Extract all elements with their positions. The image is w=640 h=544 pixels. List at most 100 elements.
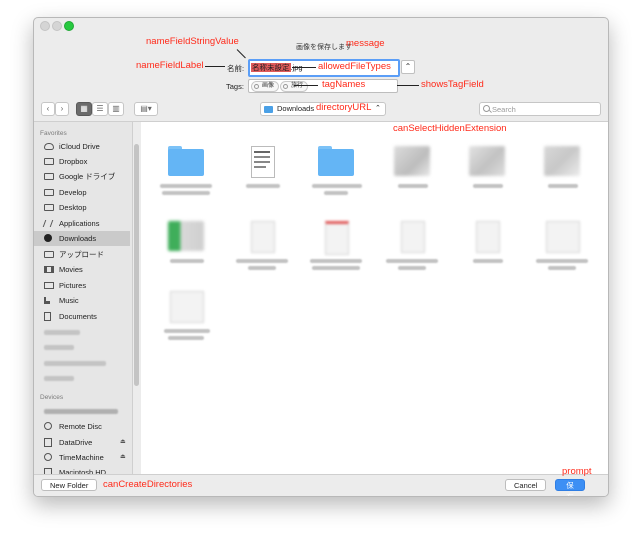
eject-icon[interactable]: ⏏ bbox=[120, 450, 126, 465]
blurred-sidebar-item bbox=[44, 345, 74, 350]
file-item[interactable] bbox=[232, 217, 292, 277]
folder-icon bbox=[44, 158, 54, 165]
search-input[interactable] bbox=[492, 103, 592, 115]
annotation-directory-url: directoryURL bbox=[316, 102, 372, 113]
chevron-updown-icon: ⌃ bbox=[375, 105, 381, 112]
save-panel-window: 画像を保存します 名前: 名称未設定.jpg ⌃ Tags: 画像 旅行 ‹ ›… bbox=[33, 17, 609, 497]
group-by-button[interactable]: ▤▾ bbox=[134, 102, 158, 116]
icon-view-button[interactable]: ▦ bbox=[76, 102, 92, 116]
file-item[interactable] bbox=[306, 142, 366, 202]
document-icon bbox=[251, 146, 275, 178]
file-item[interactable] bbox=[306, 217, 366, 277]
eject-icon[interactable]: ⏏ bbox=[120, 435, 126, 450]
image-thumbnail bbox=[544, 146, 580, 176]
sidebar-item-label: Google ドライブ bbox=[59, 172, 116, 181]
sidebar-item-macintosh-hd[interactable]: Macintosh HD bbox=[34, 465, 130, 474]
annotation-leader-line bbox=[294, 85, 318, 86]
file-item[interactable] bbox=[382, 217, 442, 277]
file-caption bbox=[536, 257, 588, 271]
expand-panel-button[interactable]: ⌃ bbox=[401, 60, 415, 74]
file-item[interactable] bbox=[156, 142, 216, 202]
file-caption bbox=[160, 257, 212, 271]
image-thumbnail bbox=[168, 221, 204, 251]
minimize-button[interactable] bbox=[52, 21, 62, 31]
sidebar-item-timemachine[interactable]: TimeMachine ⏏ bbox=[34, 450, 130, 465]
annotation-can-select-hidden-extension: canSelectHiddenExtension bbox=[393, 123, 507, 134]
sidebar-item-label: DataDrive bbox=[59, 438, 93, 447]
cloud-icon bbox=[44, 143, 54, 150]
zoom-button[interactable] bbox=[64, 21, 74, 31]
document-icon bbox=[170, 291, 204, 323]
file-caption bbox=[536, 182, 588, 196]
file-item[interactable] bbox=[232, 142, 292, 202]
directory-label: Downloads bbox=[277, 104, 315, 113]
downloads-icon bbox=[44, 234, 52, 242]
sidebar-item-datadrive[interactable]: DataDrive ⏏ bbox=[34, 435, 130, 450]
sidebar-item-movies[interactable]: Movies bbox=[34, 262, 130, 277]
file-item[interactable] bbox=[382, 142, 442, 202]
file-caption bbox=[310, 257, 362, 271]
folder-icon bbox=[264, 106, 273, 113]
sidebar-item-label: アップロード bbox=[59, 250, 104, 259]
sidebar-item-label: Dropbox bbox=[59, 157, 88, 166]
sidebar-item-upload[interactable]: アップロード bbox=[34, 247, 130, 262]
blurred-sidebar-item bbox=[44, 409, 118, 414]
blurred-sidebar-item bbox=[44, 330, 80, 335]
disc-icon bbox=[44, 422, 52, 430]
annotation-leader-line bbox=[292, 67, 316, 68]
sidebar-item-label: Applications bbox=[59, 219, 100, 228]
file-item[interactable] bbox=[457, 142, 517, 202]
sidebar-scrollbar[interactable] bbox=[134, 144, 139, 386]
annotation-shows-tag-field: showsTagField bbox=[421, 79, 484, 90]
save-button[interactable]: 保存 bbox=[555, 479, 585, 496]
image-thumbnail bbox=[394, 146, 430, 176]
browser-area: Favorites iCloud Drive Dropbox Google ドラ… bbox=[34, 121, 608, 474]
search-field[interactable] bbox=[479, 102, 601, 116]
blurred-sidebar-item bbox=[44, 361, 106, 366]
sidebar-item-icloud[interactable]: iCloud Drive bbox=[34, 139, 130, 154]
sidebar-item-dropbox[interactable]: Dropbox bbox=[34, 154, 130, 169]
file-item[interactable] bbox=[457, 217, 517, 277]
close-button[interactable] bbox=[40, 21, 50, 31]
document-icon bbox=[44, 312, 51, 321]
sidebar-item-remote-disc[interactable]: Remote Disc bbox=[34, 419, 130, 434]
sidebar-item-desktop[interactable]: Desktop bbox=[34, 200, 130, 215]
new-folder-button[interactable]: New Folder bbox=[41, 479, 98, 491]
search-icon bbox=[483, 105, 490, 112]
title-bar bbox=[34, 18, 608, 32]
folder-icon bbox=[318, 146, 354, 176]
file-caption bbox=[310, 182, 362, 196]
tag-token[interactable]: 画像 bbox=[251, 81, 280, 92]
annotation-message: message bbox=[346, 38, 385, 49]
folder-icon bbox=[44, 173, 54, 180]
annotation-name-field-string-value: nameFieldStringValue bbox=[146, 36, 239, 47]
annotation-leader-line bbox=[205, 66, 225, 67]
file-item[interactable] bbox=[156, 217, 216, 277]
sidebar-item-develop[interactable]: Develop bbox=[34, 185, 130, 200]
file-item[interactable] bbox=[156, 287, 216, 347]
back-button[interactable]: ‹ bbox=[41, 102, 55, 116]
file-caption bbox=[160, 327, 212, 341]
camera-icon bbox=[44, 282, 54, 289]
sidebar-item-label: Desktop bbox=[59, 203, 87, 212]
list-view-button[interactable]: ☰ bbox=[92, 102, 108, 116]
forward-button[interactable]: › bbox=[55, 102, 69, 116]
file-caption bbox=[386, 182, 438, 196]
file-item[interactable] bbox=[532, 217, 592, 277]
sidebar-item-label: Macintosh HD bbox=[59, 468, 107, 474]
sidebar-item-downloads[interactable]: Downloads bbox=[34, 231, 130, 246]
sidebar-item-label: Downloads bbox=[59, 234, 97, 243]
sidebar-item-documents[interactable]: Documents bbox=[34, 309, 130, 324]
column-view-button[interactable]: ▥ bbox=[108, 102, 124, 116]
file-caption bbox=[160, 182, 212, 196]
cancel-button[interactable]: Cancel bbox=[505, 479, 547, 491]
tag-token[interactable]: 旅行 bbox=[280, 81, 309, 92]
desktop-icon bbox=[44, 204, 54, 211]
sidebar-item-label: Documents bbox=[59, 312, 97, 321]
file-item[interactable] bbox=[532, 142, 592, 202]
sidebar-item-applications[interactable]: Applications bbox=[34, 216, 130, 231]
folder-icon bbox=[44, 251, 54, 258]
sidebar-item-google-drive[interactable]: Google ドライブ bbox=[34, 169, 130, 184]
sidebar-item-music[interactable]: Music bbox=[34, 293, 130, 308]
sidebar-item-pictures[interactable]: Pictures bbox=[34, 278, 130, 293]
